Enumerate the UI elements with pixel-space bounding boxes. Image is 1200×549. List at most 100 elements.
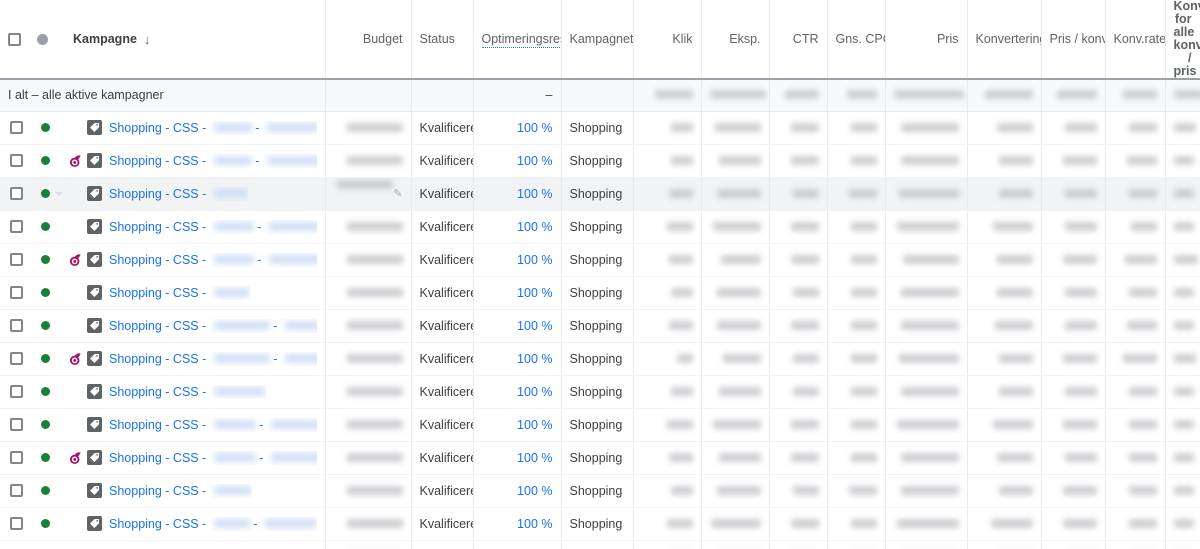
table-row[interactable]: Shopping - CSS - - Kvalificeret100 %Shop… [0, 441, 1200, 475]
campaign-status-dot-icon[interactable] [41, 222, 50, 231]
cell-budget[interactable] [325, 507, 412, 541]
cell-optimization-score[interactable]: 100 % [473, 111, 562, 145]
campaign-name-link[interactable]: Shopping - CSS - - [109, 451, 317, 465]
table-row[interactable]: Shopping - CSS - ✎ Kvalificeret 100 % Shopp… [0, 177, 1200, 211]
table-row[interactable]: Shopping - CSS - Kvalificeret 100 % Shoppi… [0, 474, 1200, 508]
cell-optimization-score[interactable]: 100 % [473, 507, 562, 541]
header-clicks[interactable]: Klik [633, 0, 702, 80]
table-row[interactable]: Shopping - CSS - - Kvalificeret100 %Shop… [0, 540, 1200, 549]
cell-budget[interactable] [325, 441, 412, 475]
campaign-name-link[interactable]: Shopping - CSS - - [109, 154, 317, 168]
header-ctr[interactable]: CTR [769, 0, 828, 80]
table-row[interactable]: Shopping - CSS - - Kvalificeret100 %Shop… [0, 243, 1200, 277]
table-row[interactable]: Shopping - CSS - - Kvalificeret100 %Shop… [0, 342, 1200, 376]
campaign-name-link[interactable]: Shopping - CSS - - [109, 253, 317, 267]
campaign-name-link[interactable]: Shopping - CSS - - [109, 418, 317, 432]
cell-optimization-score[interactable]: 100 % [473, 474, 562, 508]
select-all-checkbox[interactable] [8, 32, 21, 46]
header-budget[interactable]: Budget [325, 0, 412, 80]
campaign-status-dot-icon[interactable] [41, 156, 50, 165]
cell-optimization-score[interactable]: 100 % [473, 540, 562, 549]
header-cost-per-conv[interactable]: Pris / konv. [1041, 0, 1106, 80]
campaign-name-link[interactable]: Shopping - CSS - - [109, 352, 317, 366]
cell-budget[interactable] [325, 111, 412, 145]
experiment-icon[interactable] [68, 154, 82, 168]
campaign-status-dot-icon[interactable] [41, 189, 50, 198]
row-checkbox[interactable] [10, 286, 23, 299]
campaign-name-link[interactable]: Shopping - CSS - [109, 286, 250, 300]
campaign-name-link[interactable]: Shopping - CSS - - [109, 517, 317, 531]
header-campaign-type[interactable]: Kampagnetype [561, 0, 634, 80]
campaign-name-link[interactable]: Shopping - CSS - - [109, 319, 317, 333]
optimization-score-link[interactable]: 100 % [517, 319, 552, 333]
row-checkbox[interactable] [10, 517, 23, 530]
edit-pencil-icon[interactable]: ✎ [393, 178, 402, 210]
cell-budget[interactable]: ✎ [325, 177, 412, 211]
campaign-name-link[interactable]: Shopping - CSS - - [109, 121, 317, 135]
optimization-score-link[interactable]: 100 % [517, 517, 552, 531]
row-checkbox[interactable] [10, 451, 23, 464]
sort-descending-icon[interactable]: ↓ [144, 33, 151, 46]
campaign-status-dot-icon[interactable] [41, 420, 50, 429]
cell-optimization-score[interactable]: 100 % [473, 177, 562, 211]
optimization-score-link[interactable]: 100 % [517, 352, 552, 366]
experiment-icon[interactable] [68, 253, 82, 267]
campaign-name-link[interactable]: Shopping - CSS - [109, 484, 252, 498]
cell-optimization-score[interactable]: 100 % [473, 243, 562, 277]
header-avg-cpc[interactable]: Gns. CPC [827, 0, 886, 80]
experiment-icon[interactable] [68, 352, 82, 366]
row-checkbox[interactable] [10, 253, 23, 266]
row-checkbox[interactable] [10, 121, 23, 134]
table-row[interactable]: Shopping - CSS - - Kvalificeret100 %Shop… [0, 408, 1200, 442]
cell-optimization-score[interactable]: 100 % [473, 276, 562, 310]
cell-budget[interactable] [325, 144, 412, 178]
row-checkbox[interactable] [10, 187, 23, 200]
optimization-score-link[interactable]: 100 % [517, 253, 552, 267]
chevron-down-icon[interactable] [55, 191, 63, 196]
cell-optimization-score[interactable]: 100 % [473, 342, 562, 376]
row-checkbox[interactable] [10, 220, 23, 233]
optimization-score-link[interactable]: 100 % [517, 121, 552, 135]
table-row[interactable]: Shopping - CSS - Kvalificeret 100 % Shoppi… [0, 375, 1200, 409]
optimization-score-link[interactable]: 100 % [517, 286, 552, 300]
campaign-status-dot-icon[interactable] [41, 486, 50, 495]
cell-budget[interactable] [325, 474, 412, 508]
cell-budget[interactable] [325, 276, 412, 310]
optimization-score-link[interactable]: 100 % [517, 154, 552, 168]
cell-budget[interactable] [325, 243, 412, 277]
cell-optimization-score[interactable]: 100 % [473, 441, 562, 475]
campaign-name-link[interactable]: Shopping - CSS - [109, 187, 248, 201]
table-row[interactable]: Shopping - CSS - - Kvalificeret100 %Shop… [0, 507, 1200, 541]
optimization-score-link[interactable]: 100 % [517, 385, 552, 399]
header-cost[interactable]: Pris [885, 0, 968, 80]
campaign-status-dot-icon[interactable] [41, 519, 50, 528]
optimization-score-link[interactable]: 100 % [517, 484, 552, 498]
cell-budget[interactable] [325, 342, 412, 376]
campaign-status-dot-icon[interactable] [41, 354, 50, 363]
experiment-icon[interactable] [68, 451, 82, 465]
row-checkbox[interactable] [10, 385, 23, 398]
table-row[interactable]: Shopping - CSS - - Kvalificeret100 %Shop… [0, 144, 1200, 178]
campaign-status-dot-icon[interactable] [41, 255, 50, 264]
table-row[interactable]: Shopping - CSS - - Kvalificeret100 %Shop… [0, 210, 1200, 244]
header-campaign[interactable]: Kampagne ↓ [0, 0, 326, 80]
row-checkbox[interactable] [10, 418, 23, 431]
optimization-score-link[interactable]: 100 % [517, 451, 552, 465]
header-status[interactable]: Status [411, 0, 474, 80]
header-conv-rate[interactable]: Konv.rate [1105, 0, 1166, 80]
table-row[interactable]: Shopping - CSS - Kvalificeret 100 % Shoppi… [0, 276, 1200, 310]
cell-optimization-score[interactable]: 100 % [473, 375, 562, 409]
campaign-status-dot-icon[interactable] [41, 288, 50, 297]
campaign-status-dot-icon[interactable] [41, 387, 50, 396]
optimization-score-link[interactable]: 100 % [517, 187, 552, 201]
cell-budget[interactable] [325, 540, 412, 549]
table-row[interactable]: Shopping - CSS - - Kvalificeret100 %Shop… [0, 309, 1200, 343]
optimization-score-link[interactable]: 100 % [517, 418, 552, 432]
header-conversions[interactable]: Konvertering [967, 0, 1042, 80]
cell-budget[interactable] [325, 408, 412, 442]
cell-optimization-score[interactable]: 100 % [473, 309, 562, 343]
header-impressions[interactable]: Eksp. [701, 0, 770, 80]
row-checkbox[interactable] [10, 319, 23, 332]
optimization-score-link[interactable]: 100 % [517, 220, 552, 234]
campaign-status-dot-icon[interactable] [41, 321, 50, 330]
